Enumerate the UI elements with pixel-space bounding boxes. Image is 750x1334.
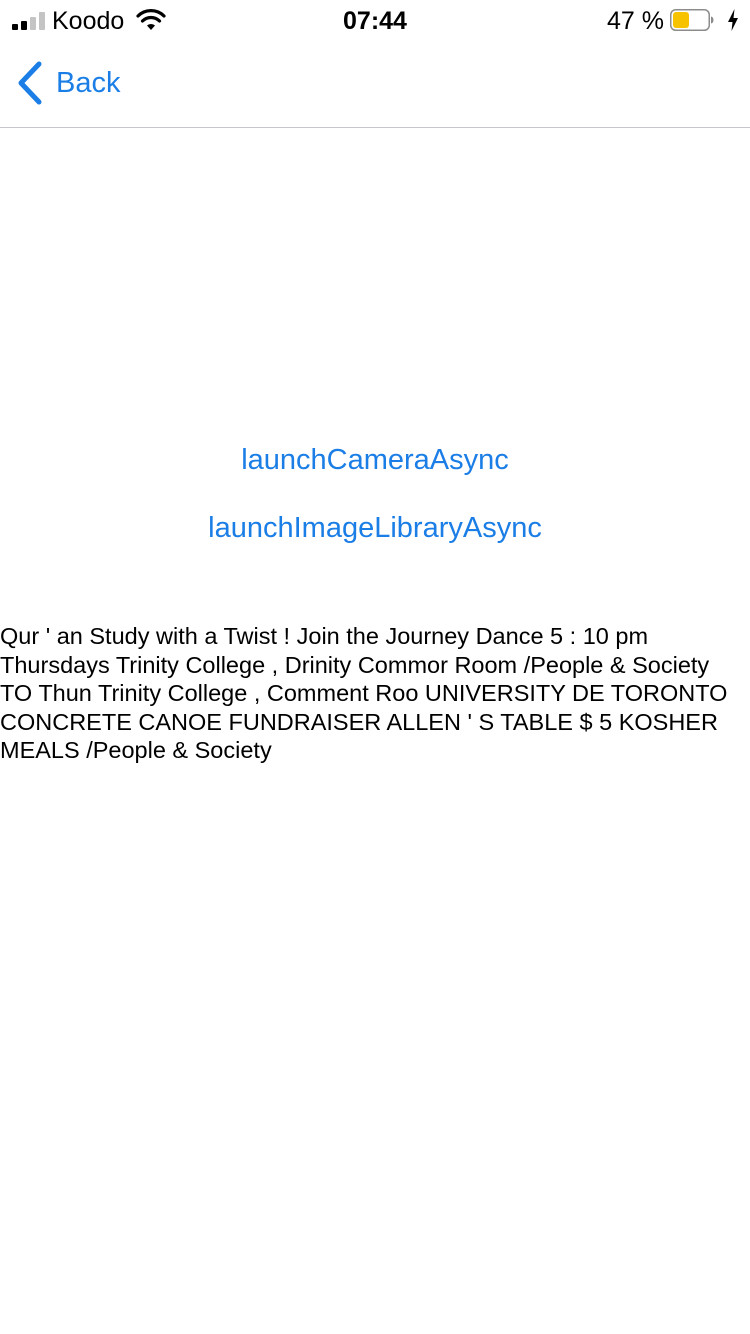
battery-percentage: 47 % (607, 7, 664, 35)
launch-image-library-button[interactable]: launchImageLibraryAsync (0, 512, 750, 545)
navigation-bar: Back (0, 40, 750, 128)
chevron-left-icon (18, 61, 42, 105)
back-label: Back (56, 66, 121, 99)
status-bar: Koodo 07:44 47 % (0, 0, 750, 40)
back-button[interactable]: Back (14, 60, 120, 106)
launch-camera-button[interactable]: launchCameraAsync (0, 444, 750, 477)
battery-icon (670, 9, 714, 31)
recognized-text: Qur ' an Study with a Twist ! Join the J… (0, 623, 728, 764)
charging-bolt-icon (728, 9, 738, 31)
